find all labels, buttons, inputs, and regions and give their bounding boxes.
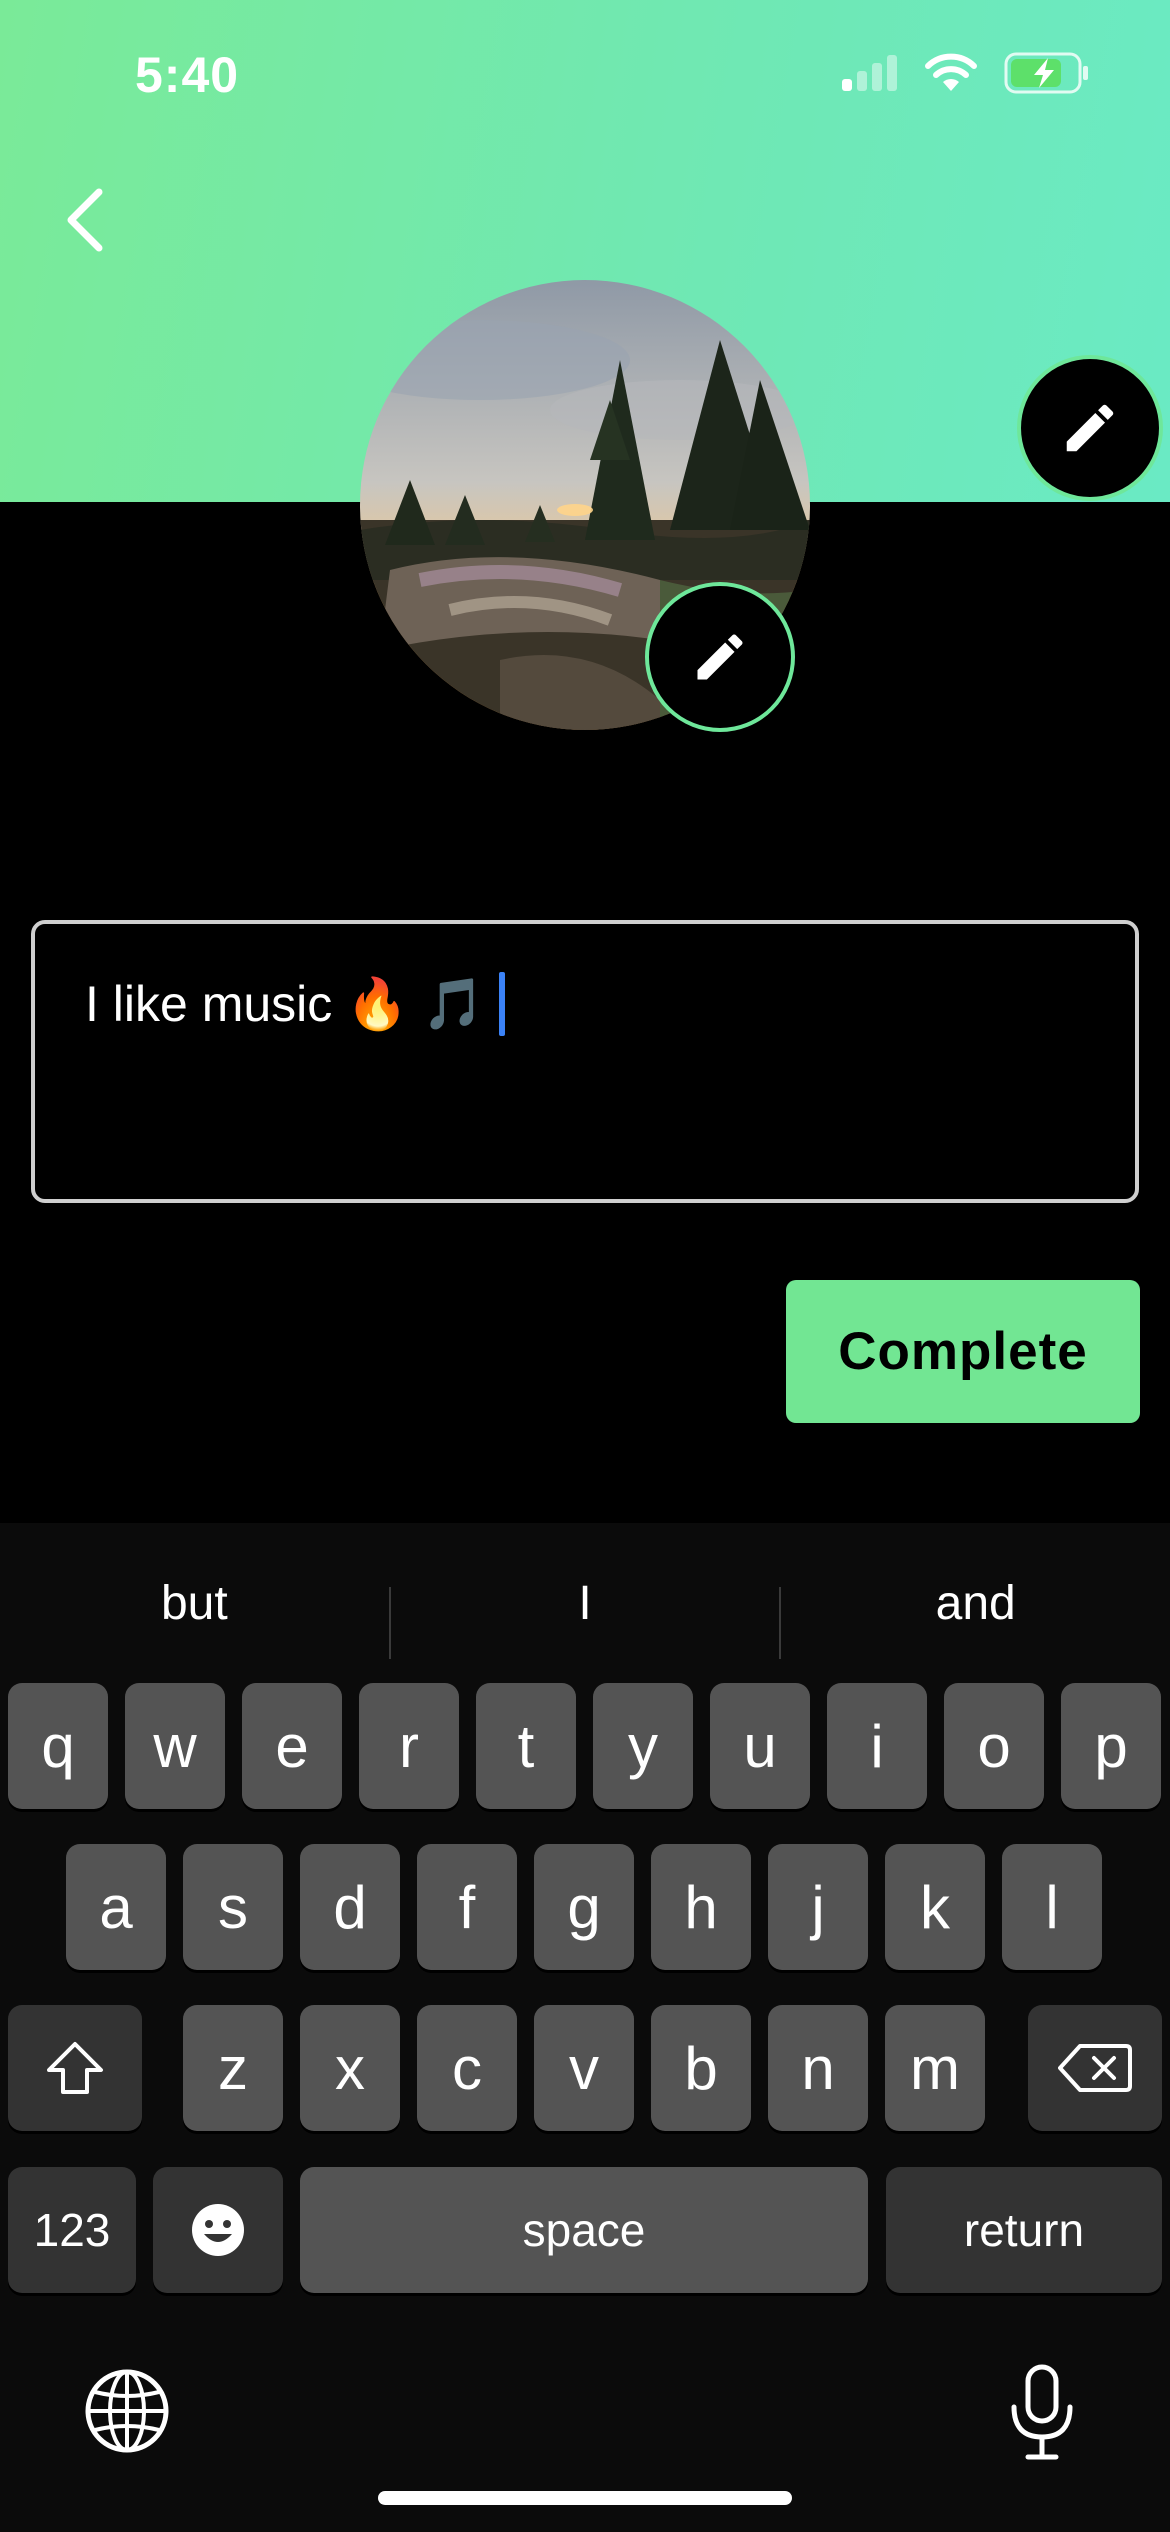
back-button[interactable] xyxy=(50,180,120,260)
status-icons xyxy=(842,52,1090,94)
microphone-icon xyxy=(1011,2364,1073,2460)
edit-cover-button[interactable] xyxy=(1017,355,1163,501)
text-caret xyxy=(498,972,505,1036)
key-v[interactable]: v xyxy=(534,2005,634,2131)
bio-value: I like music 🔥 🎵 xyxy=(85,975,485,1032)
key-f[interactable]: f xyxy=(417,1844,517,1970)
globe-button[interactable] xyxy=(82,2366,172,2456)
key-d[interactable]: d xyxy=(300,1844,400,1970)
suggestion-bar: but I and xyxy=(0,1543,1170,1663)
key-a[interactable]: a xyxy=(66,1844,166,1970)
pencil-icon xyxy=(697,634,743,680)
key-q[interactable]: q xyxy=(8,1683,108,1809)
key-j[interactable]: j xyxy=(768,1844,868,1970)
key-r[interactable]: r xyxy=(359,1683,459,1809)
wifi-icon xyxy=(925,53,977,91)
globe-icon xyxy=(85,2369,169,2453)
key-g[interactable]: g xyxy=(534,1844,634,1970)
key-x[interactable]: x xyxy=(300,2005,400,2131)
dictation-button[interactable] xyxy=(1000,2363,1084,2463)
edit-avatar-button[interactable] xyxy=(645,582,795,732)
complete-button[interactable]: Complete xyxy=(786,1280,1140,1423)
return-key[interactable]: return xyxy=(886,2167,1162,2293)
chevron-left-icon xyxy=(67,188,103,252)
suggestion-1[interactable]: but xyxy=(0,1543,389,1663)
bio-input[interactable]: I like music 🔥 🎵 xyxy=(31,920,1139,1203)
key-u[interactable]: u xyxy=(710,1683,810,1809)
battery-charging-icon xyxy=(1004,52,1088,94)
signal-icon xyxy=(842,55,897,91)
key-o[interactable]: o xyxy=(944,1683,1044,1809)
emoji-key[interactable] xyxy=(153,2167,283,2293)
key-i[interactable]: i xyxy=(827,1683,927,1809)
shift-icon xyxy=(47,2042,103,2094)
key-y[interactable]: y xyxy=(593,1683,693,1809)
key-e[interactable]: e xyxy=(242,1683,342,1809)
key-m[interactable]: m xyxy=(885,2005,985,2131)
key-k[interactable]: k xyxy=(885,1844,985,1970)
delete-key[interactable] xyxy=(1028,2005,1162,2131)
status-time: 5:40 xyxy=(135,47,240,103)
bio-text-row: I like music 🔥 🎵 xyxy=(85,972,1085,1036)
numbers-key[interactable]: 123 xyxy=(8,2167,136,2293)
suggestion-2[interactable]: I xyxy=(391,1543,780,1663)
pencil-icon xyxy=(1066,404,1114,452)
key-l[interactable]: l xyxy=(1002,1844,1102,1970)
key-b[interactable]: b xyxy=(651,2005,751,2131)
shift-key[interactable] xyxy=(8,2005,142,2131)
key-t[interactable]: t xyxy=(476,1683,576,1809)
key-z[interactable]: z xyxy=(183,2005,283,2131)
key-h[interactable]: h xyxy=(651,1844,751,1970)
key-w[interactable]: w xyxy=(125,1683,225,1809)
key-n[interactable]: n xyxy=(768,2005,868,2131)
key-s[interactable]: s xyxy=(183,1844,283,1970)
suggestion-3[interactable]: and xyxy=(781,1543,1170,1663)
space-key[interactable]: space xyxy=(300,2167,868,2293)
home-indicator xyxy=(378,2491,792,2505)
key-p[interactable]: p xyxy=(1061,1683,1161,1809)
backspace-icon xyxy=(1058,2044,1132,2092)
key-c[interactable]: c xyxy=(417,2005,517,2131)
emoji-icon xyxy=(192,2204,244,2256)
keyboard: but I and q w e r t y u i o p a s d f g … xyxy=(0,1523,1170,2532)
